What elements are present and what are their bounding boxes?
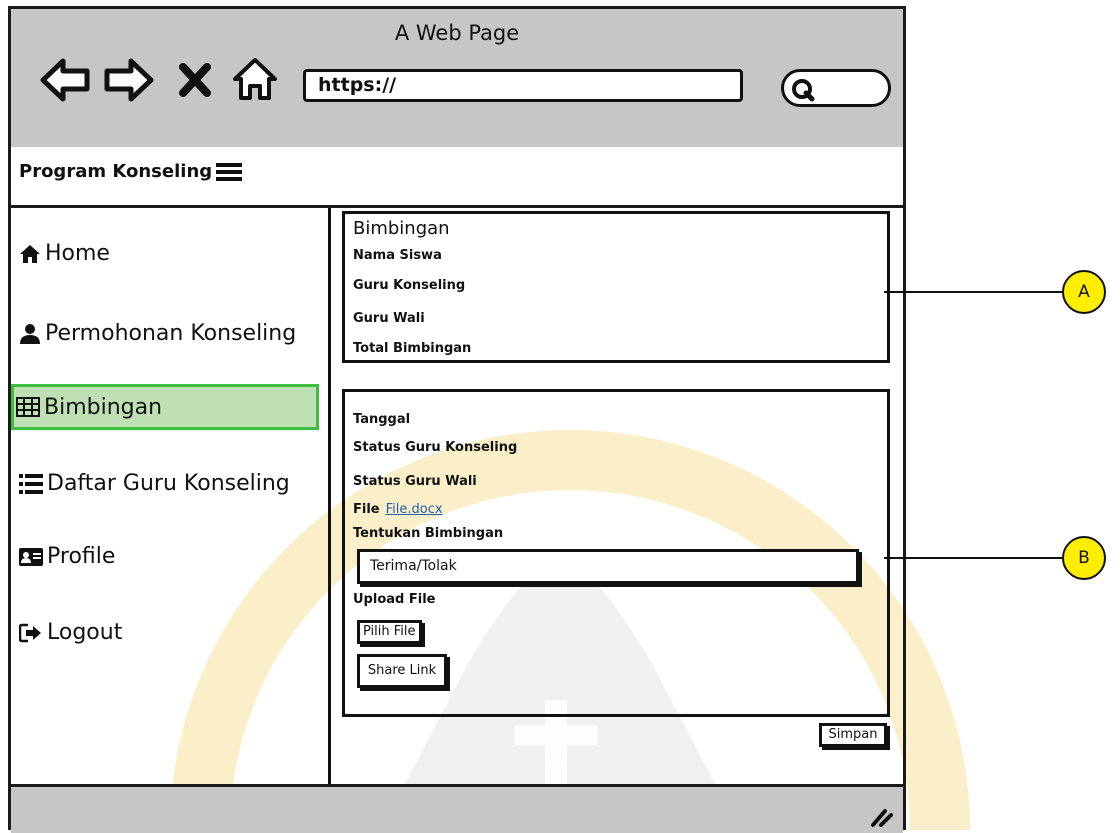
app-header: Program Konseling	[11, 147, 903, 208]
label-tanggal: Tanggal	[353, 412, 411, 427]
file-row: File File.docx	[353, 502, 443, 517]
browser-titlebar: A Web Page https://	[11, 9, 903, 150]
sidebar-item-logout[interactable]: Logout	[19, 620, 122, 645]
sidebar-item-label: Logout	[47, 620, 123, 645]
search-input[interactable]	[781, 69, 891, 107]
browser-statusbar	[11, 784, 903, 833]
sidebar-item-label: Profile	[47, 544, 116, 569]
label-total-bimbingan: Total Bimbingan	[353, 341, 472, 356]
bimbingan-detail-panel: Tanggal Status Guru Konseling Status Gur…	[342, 389, 890, 717]
sidebar-item-profile[interactable]: Profile	[19, 544, 115, 569]
sidebar-item-home[interactable]: Home	[19, 241, 110, 266]
forward-arrow-icon[interactable]	[103, 57, 155, 103]
sidebar-item-bimbingan[interactable]: Bimbingan	[11, 384, 319, 430]
close-icon[interactable]	[177, 61, 213, 99]
window-title: A Web Page	[394, 21, 520, 45]
list-icon	[19, 473, 43, 494]
callout-b-line	[884, 557, 1062, 559]
label-status-guru-konseling: Status Guru Konseling	[353, 440, 518, 455]
sidebar-item-label: Daftar Guru Konseling	[47, 471, 290, 496]
sidebar-item-label: Home	[45, 241, 110, 266]
sidebar-item-label: Permohonan Konseling	[45, 321, 297, 346]
choose-file-button[interactable]: Pilih File	[357, 620, 422, 644]
label-nama-siswa: Nama Siswa	[353, 248, 442, 263]
sidebar-item-label: Bimbingan	[44, 394, 163, 420]
hamburger-menu-icon[interactable]	[216, 162, 243, 181]
decision-select[interactable]: Terima/Tolak	[357, 549, 859, 584]
home-icon	[20, 244, 40, 263]
save-button[interactable]: Simpan	[819, 723, 887, 747]
label-upload-file: Upload File	[353, 592, 436, 607]
callout-a-line	[884, 291, 1062, 293]
callout-a: A	[1062, 270, 1106, 314]
panel-title: Bimbingan	[353, 218, 450, 239]
app-title-text: Program Konseling	[19, 161, 213, 182]
app-title: Program Konseling	[19, 161, 243, 182]
label-guru-konseling: Guru Konseling	[353, 278, 466, 293]
file-link[interactable]: File.docx	[386, 502, 443, 517]
share-link-button[interactable]: Share Link	[357, 654, 447, 688]
sidebar-item-permohonan-konseling[interactable]: Permohonan Konseling	[19, 321, 296, 346]
sidebar-divider	[328, 208, 331, 786]
resize-grip-icon[interactable]	[869, 805, 893, 827]
back-arrow-icon[interactable]	[39, 57, 91, 103]
url-input[interactable]: https://	[303, 69, 743, 102]
home-browser-icon[interactable]	[231, 55, 279, 103]
label-guru-wali: Guru Wali	[353, 311, 425, 326]
label-file: File	[353, 502, 380, 517]
bimbingan-summary-panel: Bimbingan Nama Siswa Guru Konseling Guru…	[342, 211, 890, 363]
label-tentukan-bimbingan: Tentukan Bimbingan	[353, 526, 504, 541]
search-icon	[792, 79, 815, 102]
sidebar-item-daftar-guru-konseling[interactable]: Daftar Guru Konseling	[19, 471, 290, 496]
logout-icon	[19, 623, 41, 642]
table-icon	[16, 397, 40, 417]
label-status-guru-wali: Status Guru Wali	[353, 474, 477, 489]
browser-window: A Web Page https:// Program Konseling Ho…	[8, 6, 906, 833]
callout-b: B	[1062, 536, 1106, 580]
user-icon	[20, 323, 40, 344]
id-card-icon	[19, 547, 43, 566]
